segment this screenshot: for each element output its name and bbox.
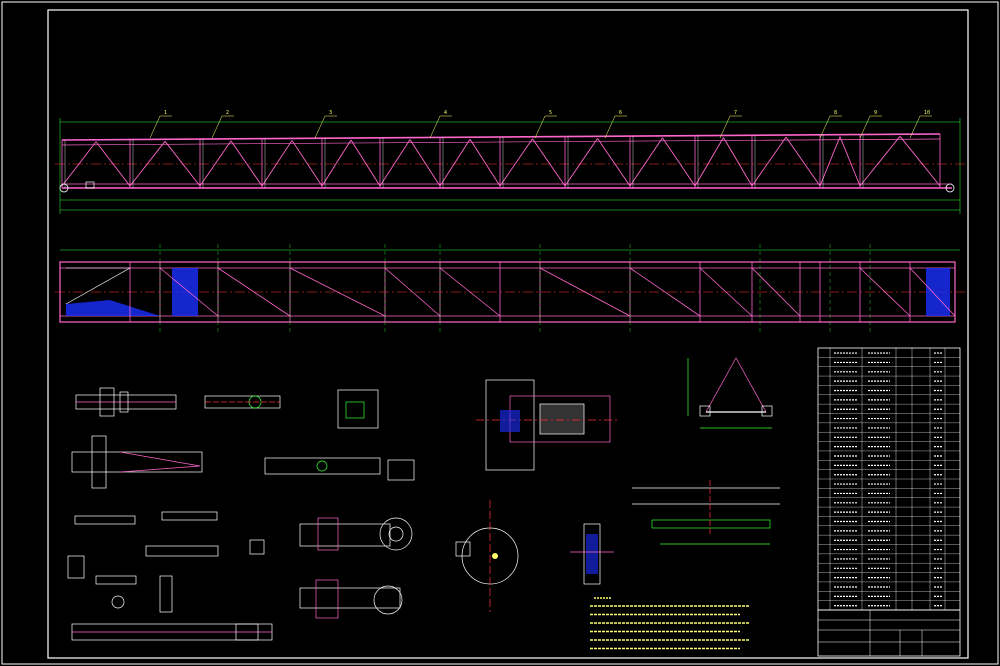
part-balloon-label: 9 — [874, 110, 877, 116]
part-balloon-label: 1 — [164, 110, 167, 116]
plan-section-markers — [159, 244, 871, 334]
part-balloon-label: 7 — [734, 110, 737, 116]
hatch-region-wedge — [66, 300, 160, 316]
part-balloon-label: 3 — [329, 110, 332, 116]
part-balloon-label: 4 — [444, 110, 447, 116]
cad-drawing-canvas: 1 2 3 4 5 6 7 8 9 10 — [1, 1, 999, 665]
bill-of-materials-table — [817, 347, 961, 611]
elevation-part-balloons: 1 2 3 4 5 6 7 8 9 10 — [149, 110, 932, 139]
hatch-region-left — [172, 268, 198, 316]
detail-views-centre — [299, 357, 780, 619]
part-balloon-label: 2 — [226, 110, 229, 116]
part-balloon-label: 6 — [619, 110, 622, 116]
detail-views-left — [67, 387, 415, 641]
part-balloon-label: 5 — [549, 110, 552, 116]
truss-plan-view — [55, 244, 965, 334]
outer-frame — [1, 1, 999, 665]
hatch-region-right — [926, 268, 950, 316]
technical-notes — [590, 597, 750, 650]
part-balloon-label: 10 — [924, 110, 930, 116]
truss-elevation-view: 1 2 3 4 5 6 7 8 9 10 — [55, 110, 965, 214]
title-block — [817, 609, 961, 657]
part-balloon-label: 8 — [834, 110, 837, 116]
